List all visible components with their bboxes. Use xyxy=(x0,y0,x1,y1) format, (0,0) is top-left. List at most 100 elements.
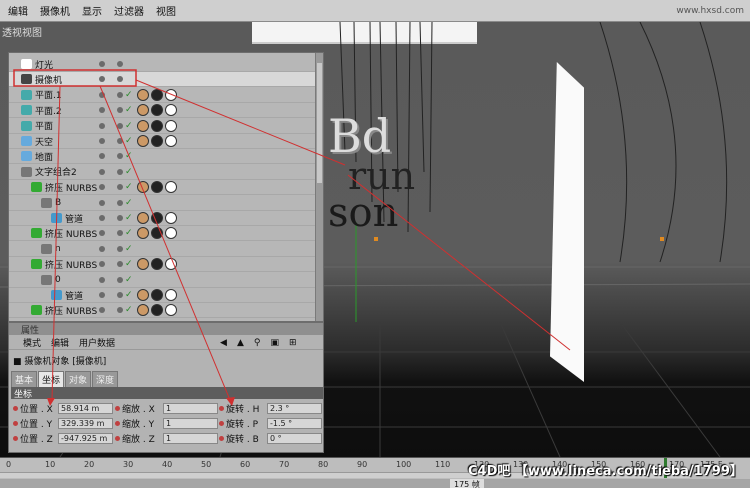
material-tag-icon[interactable] xyxy=(165,119,177,132)
tab-object[interactable]: 对象 xyxy=(65,371,92,388)
render-dot[interactable] xyxy=(117,76,123,83)
enable-check-icon[interactable]: ✓ xyxy=(125,151,133,161)
keyframe-dot[interactable] xyxy=(219,436,224,441)
visibility-dot[interactable] xyxy=(99,61,105,67)
attr-menu-edit[interactable]: 编辑 xyxy=(51,336,69,349)
material-tag-icon[interactable] xyxy=(137,304,149,317)
enable-check-icon[interactable]: ✓ xyxy=(125,290,133,300)
object-row[interactable]: 挤压 NURBS ✓ xyxy=(9,257,315,273)
material-tag-icon[interactable] xyxy=(151,181,163,194)
material-tag-icon[interactable] xyxy=(151,258,163,271)
render-dot[interactable] xyxy=(117,261,123,268)
menu-display[interactable]: 显示 xyxy=(82,3,102,18)
visibility-dot[interactable] xyxy=(99,138,105,144)
object-row[interactable]: 天空 ✓ xyxy=(9,134,315,149)
material-tag-icon[interactable] xyxy=(151,88,163,101)
material-tag-icon[interactable] xyxy=(165,304,177,317)
render-dot[interactable] xyxy=(117,122,123,129)
visibility-dot[interactable] xyxy=(99,245,105,252)
enable-check-icon[interactable]: ✓ xyxy=(125,90,133,100)
render-dot[interactable] xyxy=(117,153,123,160)
enable-check-icon[interactable]: ✓ xyxy=(125,136,133,146)
object-row[interactable]: 文字组合2 ✓ xyxy=(9,165,315,180)
coord-field[interactable]: 1 xyxy=(163,403,218,414)
material-tag-icon[interactable] xyxy=(151,104,163,117)
visibility-dot[interactable] xyxy=(99,261,105,268)
render-dot[interactable] xyxy=(117,292,123,298)
attr-menu-mode[interactable]: 模式 xyxy=(23,336,41,349)
material-tag-icon[interactable] xyxy=(137,181,149,194)
object-row[interactable]: B ✓ xyxy=(9,196,315,211)
enable-check-icon[interactable]: ✓ xyxy=(125,213,133,223)
keyframe-dot[interactable] xyxy=(13,421,18,426)
enable-check-icon[interactable]: ✓ xyxy=(125,244,133,254)
material-tag-icon[interactable] xyxy=(137,289,149,301)
material-tag-icon[interactable] xyxy=(165,227,177,240)
render-dot[interactable] xyxy=(117,199,123,206)
render-dot[interactable] xyxy=(117,107,123,114)
material-tag-icon[interactable] xyxy=(165,181,177,194)
visibility-dot[interactable] xyxy=(99,230,105,237)
object-row[interactable]: 挤压 NURBS ✓ xyxy=(9,303,315,319)
material-tag-icon[interactable] xyxy=(137,119,149,132)
coord-field[interactable]: -1.5 ° xyxy=(267,418,322,429)
material-tag-icon[interactable] xyxy=(151,289,163,301)
coord-field[interactable]: 1 xyxy=(163,418,218,429)
material-tag-icon[interactable] xyxy=(137,258,149,271)
render-dot[interactable] xyxy=(117,245,123,252)
search-icon[interactable]: ⚲ xyxy=(254,338,261,348)
coord-field[interactable]: 1 xyxy=(163,433,218,444)
object-manager-scrollbar[interactable] xyxy=(315,53,323,321)
enable-check-icon[interactable]: ✓ xyxy=(125,198,133,208)
visibility-dot[interactable] xyxy=(99,276,105,283)
material-tag-icon[interactable] xyxy=(137,104,149,117)
object-row[interactable]: n ✓ xyxy=(9,242,315,257)
material-tag-icon[interactable] xyxy=(165,258,177,271)
menu-camera[interactable]: 摄像机 xyxy=(40,3,70,18)
tab-basic[interactable]: 基本 xyxy=(11,371,38,388)
nav-back-icon[interactable]: ◀ xyxy=(220,338,227,348)
material-tag-icon[interactable] xyxy=(165,104,177,117)
material-tag-icon[interactable] xyxy=(137,88,149,101)
render-dot[interactable] xyxy=(117,230,123,237)
object-row[interactable]: 摄像机 xyxy=(9,72,315,88)
object-row[interactable]: 地面 ✓ xyxy=(9,149,315,165)
nav-up-icon[interactable]: ▲ xyxy=(237,338,244,348)
object-row[interactable]: 挤压 NURBS ✓ xyxy=(9,226,315,242)
lock-icon[interactable]: ▣ xyxy=(270,338,279,348)
render-dot[interactable] xyxy=(117,61,123,67)
menu-filter[interactable]: 过滤器 xyxy=(114,3,144,18)
visibility-dot[interactable] xyxy=(99,292,105,298)
enable-check-icon[interactable]: ✓ xyxy=(125,182,133,192)
menu-edit[interactable]: 编辑 xyxy=(8,3,28,18)
material-tag-icon[interactable] xyxy=(165,88,177,101)
object-row[interactable]: 灯光 xyxy=(9,57,315,72)
render-dot[interactable] xyxy=(117,91,123,98)
keyframe-dot[interactable] xyxy=(13,436,18,441)
render-dot[interactable] xyxy=(117,276,123,283)
material-tag-icon[interactable] xyxy=(165,135,177,147)
material-tag-icon[interactable] xyxy=(137,227,149,240)
visibility-dot[interactable] xyxy=(99,107,105,114)
keyframe-dot[interactable] xyxy=(115,436,120,441)
render-dot[interactable] xyxy=(117,138,123,144)
enable-check-icon[interactable]: ✓ xyxy=(125,105,133,115)
new-window-icon[interactable]: ⊞ xyxy=(289,338,297,348)
scroll-thumb[interactable] xyxy=(317,63,322,183)
render-dot[interactable] xyxy=(117,215,123,221)
visibility-dot[interactable] xyxy=(99,168,105,175)
render-dot[interactable] xyxy=(117,307,123,314)
tab-coord[interactable]: 坐标 xyxy=(38,371,65,388)
keyframe-dot[interactable] xyxy=(115,421,120,426)
material-tag-icon[interactable] xyxy=(151,227,163,240)
enable-check-icon[interactable]: ✓ xyxy=(125,305,133,315)
enable-check-icon[interactable]: ✓ xyxy=(125,167,133,177)
object-row[interactable]: 平面 ✓ xyxy=(9,119,315,134)
visibility-dot[interactable] xyxy=(99,153,105,160)
enable-check-icon[interactable]: ✓ xyxy=(125,275,133,285)
object-row[interactable]: 平面.2 ✓ xyxy=(9,103,315,119)
render-dot[interactable] xyxy=(117,168,123,175)
visibility-dot[interactable] xyxy=(99,199,105,206)
visibility-dot[interactable] xyxy=(99,215,105,221)
keyframe-dot[interactable] xyxy=(115,406,120,411)
